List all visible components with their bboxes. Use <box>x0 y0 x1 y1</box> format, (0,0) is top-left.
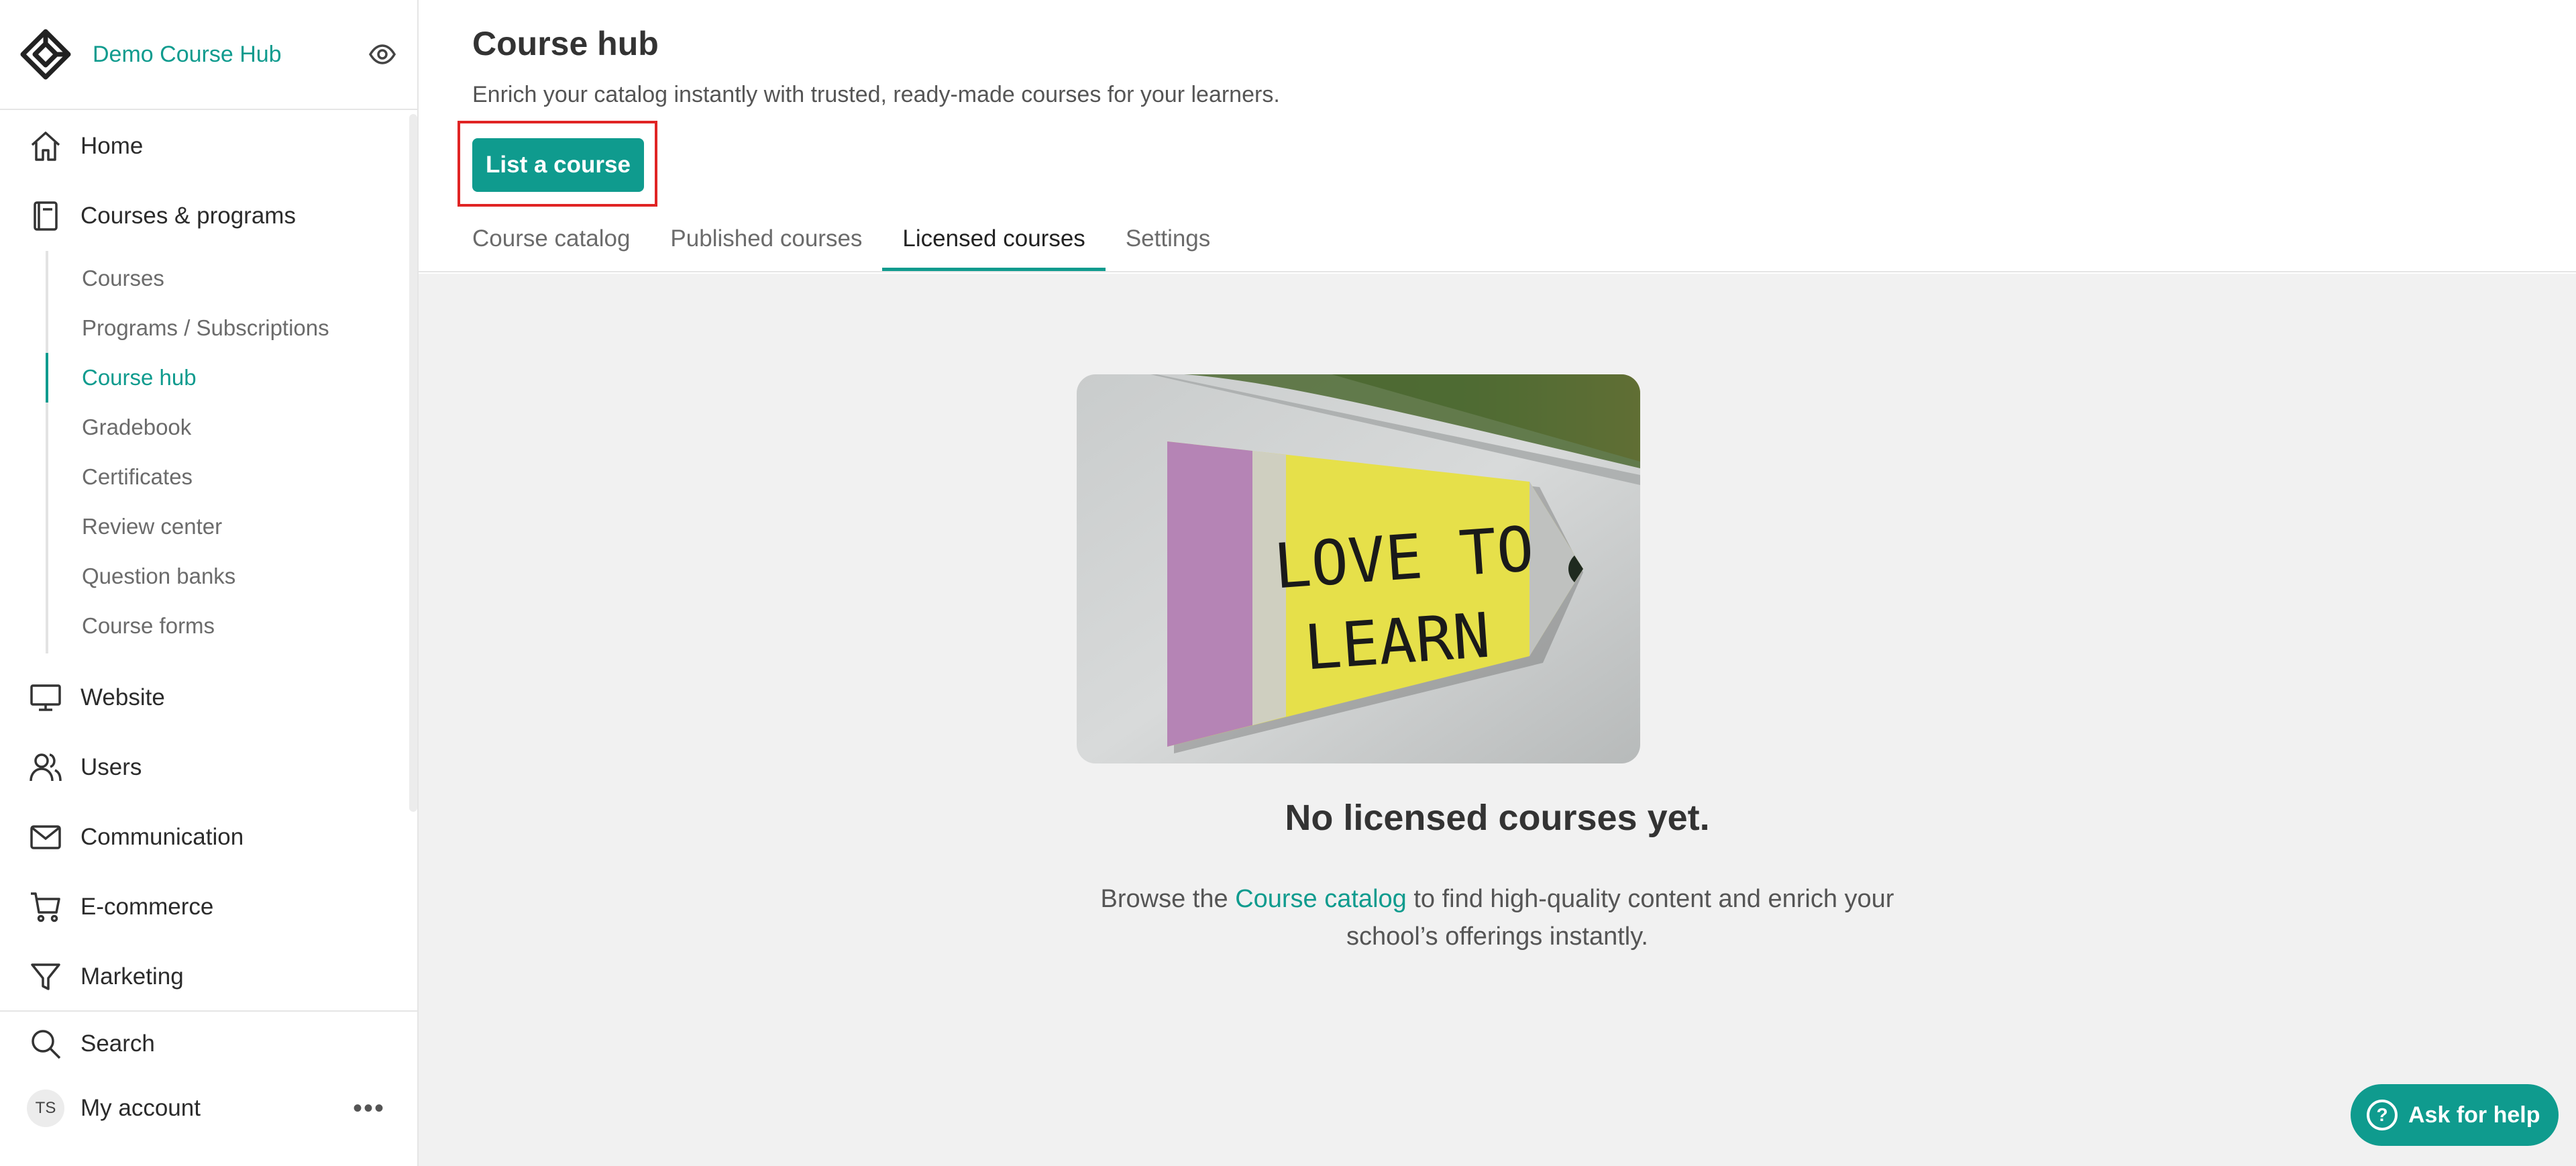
tab-licensed-courses[interactable]: Licensed courses <box>882 207 1106 271</box>
sidebar-item-ecommerce[interactable]: E-commerce <box>0 872 408 942</box>
sidebar-subitem-gradebook[interactable]: Gradebook <box>46 403 408 452</box>
page-title: Course hub <box>472 25 659 62</box>
sidebar-item-label: Users <box>80 754 142 780</box>
sidebar-item-communication[interactable]: Communication <box>0 802 408 872</box>
empty-desc-after: to find high-quality content and enrich … <box>1346 885 1894 951</box>
love-to-learn-illustration: LOVE TO LEARN <box>1077 374 1640 763</box>
sidebar: Demo Course Hub Home Courses & programs … <box>0 0 419 1166</box>
sidebar-item-users[interactable]: Users <box>0 733 408 802</box>
sidebar-subitem-course-forms[interactable]: Course forms <box>46 601 408 651</box>
sidebar-subitem-review-center[interactable]: Review center <box>46 502 408 551</box>
empty-desc-before: Browse the <box>1100 885 1236 913</box>
ask-for-help-button[interactable]: ? Ask for help <box>2351 1084 2559 1146</box>
monitor-icon <box>27 679 64 717</box>
highlight-box: List a course <box>458 121 657 207</box>
avatar: TS <box>27 1090 64 1127</box>
sidebar-scrollbar[interactable] <box>409 114 417 812</box>
sidebar-item-label: Marketing <box>80 963 184 990</box>
book-icon <box>27 197 64 235</box>
sidebar-item-website[interactable]: Website <box>0 663 408 733</box>
tab-published-courses[interactable]: Published courses <box>670 207 862 271</box>
sidebar-subitem-programs[interactable]: Programs / Subscriptions <box>46 303 408 353</box>
course-catalog-link[interactable]: Course catalog <box>1235 885 1407 913</box>
sidebar-item-label: Website <box>80 684 165 710</box>
sidebar-item-label: E-commerce <box>80 894 214 920</box>
sidebar-item-my-account[interactable]: TS My account ••• <box>0 1076 417 1141</box>
sidebar-nav: Home Courses & programs Courses Programs… <box>0 111 408 1010</box>
sidebar-bottom: Search TS My account ••• <box>0 1010 417 1166</box>
sidebar-item-search[interactable]: Search <box>0 1012 417 1076</box>
main-area: Course hub Enrich your catalog instantly… <box>419 0 2576 1166</box>
empty-state-description: Browse the Course catalog to find high-q… <box>1095 880 1900 955</box>
sidebar-subitem-courses[interactable]: Courses <box>46 254 408 303</box>
sidebar-item-label: Home <box>80 133 144 159</box>
more-options-icon[interactable]: ••• <box>353 1094 385 1124</box>
mail-icon <box>27 818 64 856</box>
image-text-line2: LEARN <box>1302 600 1493 684</box>
sidebar-item-label: Search <box>80 1030 155 1057</box>
tab-bar: Course catalog Published courses License… <box>472 207 1250 271</box>
help-label: Ask for help <box>2408 1102 2540 1128</box>
sidebar-item-label: Communication <box>80 824 244 850</box>
empty-state-title: No licensed courses yet. <box>1285 798 1710 838</box>
users-icon <box>27 749 64 786</box>
sidebar-item-label: My account <box>80 1095 201 1121</box>
funnel-icon <box>27 958 64 996</box>
eye-icon[interactable] <box>366 38 398 70</box>
search-icon <box>27 1025 64 1063</box>
sidebar-item-home[interactable]: Home <box>0 111 408 181</box>
tab-course-catalog[interactable]: Course catalog <box>472 207 630 271</box>
help-icon: ? <box>2367 1100 2398 1130</box>
list-a-course-button[interactable]: List a course <box>472 138 644 192</box>
school-name[interactable]: Demo Course Hub <box>93 42 366 68</box>
sidebar-item-marketing[interactable]: Marketing <box>0 942 408 1010</box>
content-area: LOVE TO LEARN No licensed courses yet. B… <box>419 274 2576 1166</box>
cart-icon <box>27 888 64 926</box>
page-header: Course hub Enrich your catalog instantly… <box>419 0 2576 272</box>
home-icon <box>27 127 64 165</box>
sidebar-item-label: Courses & programs <box>80 203 296 229</box>
sidebar-subitem-certificates[interactable]: Certificates <box>46 452 408 502</box>
sidebar-subitem-question-banks[interactable]: Question banks <box>46 551 408 601</box>
brand-header: Demo Course Hub <box>0 0 417 110</box>
courses-subnav: Courses Programs / Subscriptions Course … <box>46 251 408 653</box>
tab-settings[interactable]: Settings <box>1126 207 1210 271</box>
sidebar-item-courses-programs[interactable]: Courses & programs <box>0 181 408 251</box>
sidebar-subitem-course-hub[interactable]: Course hub <box>46 353 408 403</box>
diamond-logo-icon[interactable] <box>19 28 72 81</box>
page-subtitle: Enrich your catalog instantly with trust… <box>472 82 1280 107</box>
